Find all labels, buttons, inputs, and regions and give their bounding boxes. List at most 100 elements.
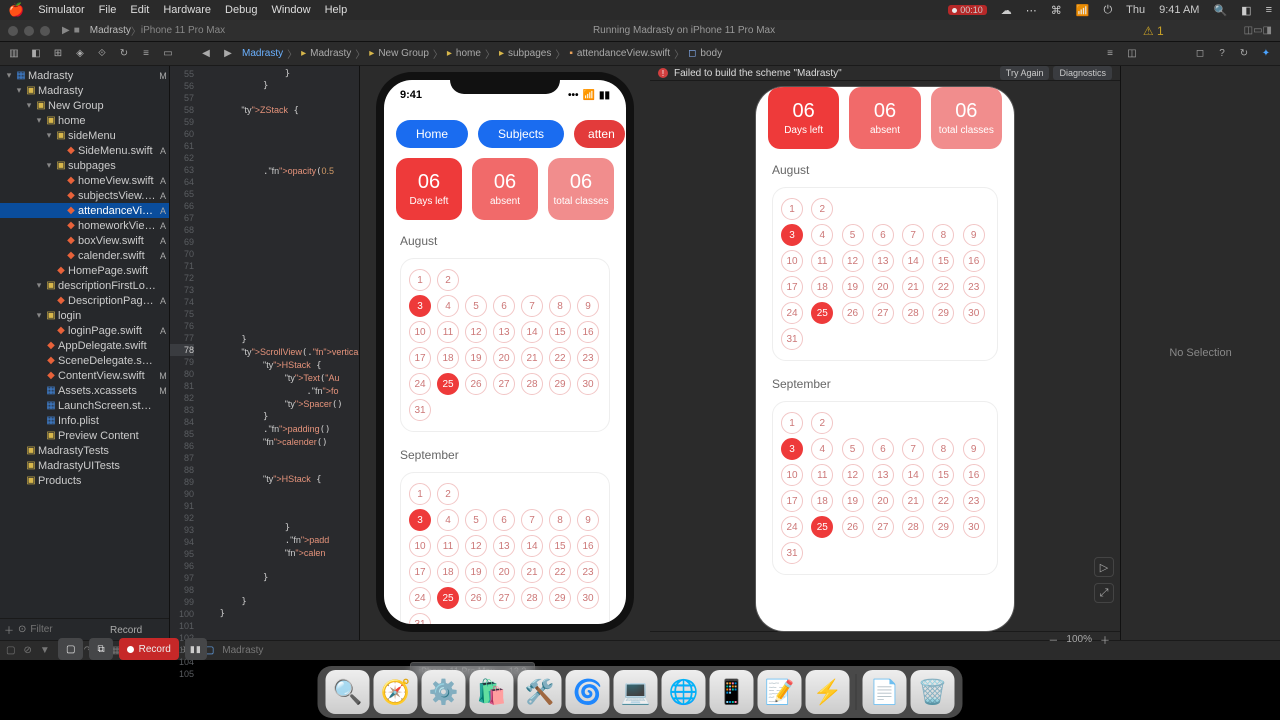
calendar-day[interactable]: 3 — [781, 438, 803, 460]
nav-item[interactable]: ◆SceneDelegate.swift — [0, 353, 169, 368]
nav-item[interactable]: ◆boxView.swiftA — [0, 233, 169, 248]
calendar-day[interactable]: 13 — [493, 535, 515, 557]
calendar-day[interactable]: 16 — [577, 535, 599, 557]
calendar-day[interactable]: 7 — [902, 438, 924, 460]
calendar-day[interactable]: 20 — [872, 276, 894, 298]
calendar-day[interactable]: 27 — [872, 516, 894, 538]
notifications-icon[interactable]: ≡ — [1266, 4, 1272, 16]
calendar-day[interactable]: 10 — [409, 535, 431, 557]
calendar-day[interactable]: 5 — [465, 509, 487, 531]
calendar-day[interactable]: 8 — [549, 295, 571, 317]
calendar-day[interactable]: 27 — [493, 373, 515, 395]
record-button[interactable]: Record — [119, 638, 179, 660]
calendar-day[interactable]: 11 — [437, 321, 459, 343]
macos-dock[interactable]: 🔍🧭⚙️🛍️🛠️🌀💻🌐📱📝⚡📄🗑️ — [318, 666, 963, 718]
dock-app[interactable]: 🛍️ — [470, 670, 514, 714]
nav-item[interactable]: ▾▣sideMenu — [0, 128, 169, 143]
calendar-day[interactable]: 31 — [409, 613, 431, 624]
calendar-day[interactable]: 2 — [811, 198, 833, 220]
calendar-day[interactable]: 15 — [549, 535, 571, 557]
nav-item[interactable]: ◆calender.swiftA — [0, 248, 169, 263]
calendar-day[interactable]: 30 — [963, 302, 985, 324]
dock-app[interactable]: ⚙️ — [422, 670, 466, 714]
nav-item[interactable]: ◆DescriptionPage.swiftA — [0, 293, 169, 308]
calendar-day[interactable]: 26 — [842, 302, 864, 324]
calendar-day[interactable]: 16 — [963, 464, 985, 486]
calendar-day[interactable]: 23 — [577, 561, 599, 583]
calendar-day[interactable]: 24 — [409, 373, 431, 395]
calendar-day[interactable]: 30 — [577, 587, 599, 609]
editor-options-icon[interactable]: ≡ — [1102, 46, 1118, 62]
calendar-day[interactable]: 15 — [549, 321, 571, 343]
calendar-day[interactable]: 30 — [963, 516, 985, 538]
menu-item[interactable]: File — [99, 4, 117, 16]
calendar-day[interactable]: 11 — [437, 535, 459, 557]
nav-item[interactable]: ◆attendanceView.swiftA — [0, 203, 169, 218]
filter-icon[interactable]: ⊙ — [18, 624, 26, 635]
panel-toggle-icon[interactable]: ▭ — [1253, 25, 1262, 36]
calendar-day[interactable]: 17 — [409, 561, 431, 583]
calendar-day[interactable]: 29 — [549, 373, 571, 395]
calendar-day[interactable]: 6 — [493, 509, 515, 531]
dock-app[interactable]: 📄 — [863, 670, 907, 714]
calendar-day[interactable]: 21 — [902, 490, 924, 512]
add-icon[interactable]: ＋ — [4, 622, 14, 637]
calendar-day[interactable]: 31 — [781, 328, 803, 350]
pause-button[interactable]: ▮▮ — [185, 638, 207, 660]
calendar-day[interactable]: 27 — [872, 302, 894, 324]
calendar-day[interactable]: 8 — [932, 438, 954, 460]
dock-app[interactable]: 🌀 — [566, 670, 610, 714]
calendar-day[interactable]: 19 — [465, 347, 487, 369]
screenshot-button[interactable]: ⧉ — [89, 638, 112, 660]
menu-item[interactable]: Hardware — [163, 4, 211, 16]
screen-record-indicator[interactable]: 00:10 — [948, 5, 987, 15]
live-preview-button[interactable]: ▷ — [1094, 557, 1114, 577]
calendar-day[interactable]: 12 — [842, 464, 864, 486]
calendar-day[interactable]: 10 — [409, 321, 431, 343]
inspector-tab-icon[interactable]: ◻ — [1192, 46, 1208, 62]
calendar-day[interactable]: 21 — [521, 347, 543, 369]
calendar-day[interactable]: 12 — [465, 321, 487, 343]
back-button[interactable]: ◀ — [198, 46, 214, 62]
screenshot-button[interactable]: ▢ — [58, 638, 83, 660]
dock-app[interactable]: 📱 — [710, 670, 754, 714]
tab-pill[interactable]: Subjects — [478, 120, 564, 148]
calendar-day[interactable]: 1 — [781, 412, 803, 434]
calendar-day[interactable]: 25 — [437, 587, 459, 609]
calendar-day[interactable]: 19 — [842, 276, 864, 298]
nav-item[interactable]: ◆ContentView.swiftM — [0, 368, 169, 383]
status-icon[interactable]: ⏻ — [1103, 4, 1112, 17]
traffic-lights[interactable] — [8, 26, 50, 36]
search-icon[interactable]: 🔍 — [1213, 4, 1227, 17]
calendar-day[interactable]: 3 — [409, 509, 431, 531]
calendar-day[interactable]: 31 — [409, 399, 431, 421]
calendar-day[interactable]: 29 — [549, 587, 571, 609]
calendar-day[interactable]: 22 — [549, 347, 571, 369]
calendar-day[interactable]: 17 — [781, 276, 803, 298]
calendar-day[interactable]: 27 — [493, 587, 515, 609]
menu-item[interactable]: Debug — [225, 4, 257, 16]
calendar-day[interactable]: 26 — [465, 587, 487, 609]
calendar-day[interactable]: 2 — [437, 483, 459, 505]
nav-item[interactable]: ▦Info.plist — [0, 413, 169, 428]
dock-app[interactable]: 🔍 — [326, 670, 370, 714]
calendar-day[interactable]: 2 — [811, 412, 833, 434]
calendar-day[interactable]: 22 — [549, 561, 571, 583]
calendar-day[interactable]: 25 — [811, 302, 833, 324]
nav-item[interactable]: ▾▣descriptionFirstLogin — [0, 278, 169, 293]
nav-item[interactable]: ▦Assets.xcassetsM — [0, 383, 169, 398]
dock-app[interactable]: ⚡ — [806, 670, 850, 714]
warning-icon[interactable]: ⚠︎ 1 — [1143, 24, 1164, 38]
status-icon[interactable]: ⋯ — [1026, 4, 1037, 17]
calendar-day[interactable]: 1 — [781, 198, 803, 220]
calendar-day[interactable]: 18 — [437, 347, 459, 369]
nav-item[interactable]: ▾▣home — [0, 113, 169, 128]
calendar-day[interactable]: 4 — [811, 224, 833, 246]
calendar-day[interactable]: 25 — [811, 516, 833, 538]
calendar-day[interactable]: 22 — [932, 276, 954, 298]
calendar-day[interactable]: 29 — [932, 516, 954, 538]
calendar-day[interactable]: 29 — [932, 302, 954, 324]
calendar-day[interactable]: 13 — [872, 250, 894, 272]
calendar-day[interactable]: 14 — [521, 535, 543, 557]
calendar-day[interactable]: 11 — [811, 250, 833, 272]
